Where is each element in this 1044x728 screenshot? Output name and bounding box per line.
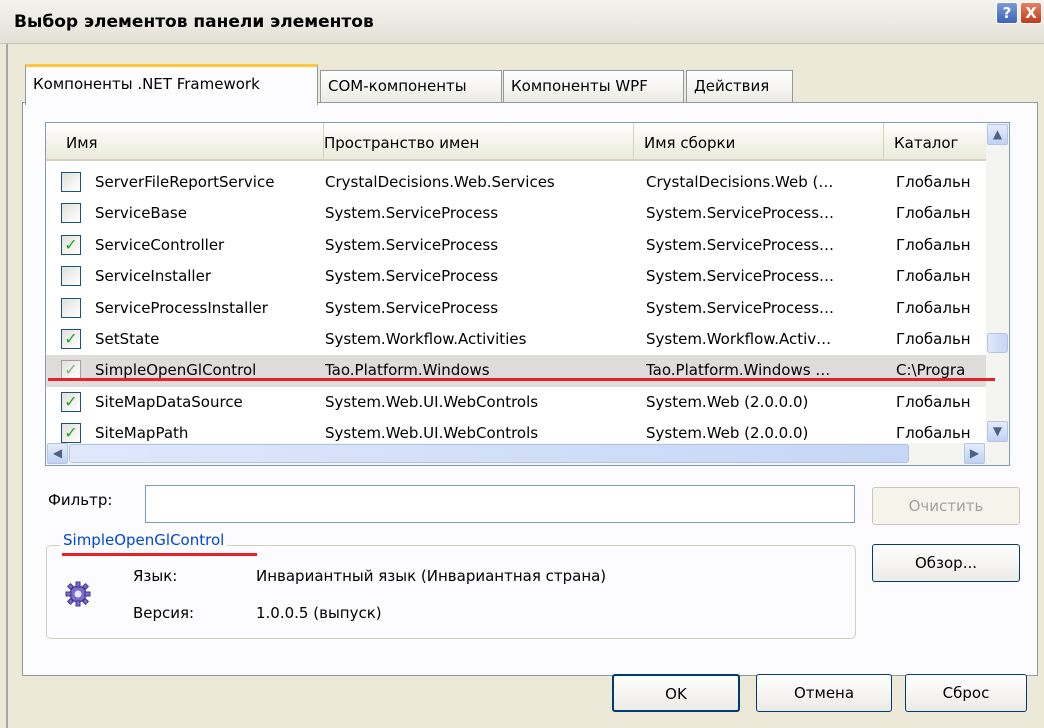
scroll-left-icon[interactable]: ◀ (47, 443, 68, 464)
browse-button[interactable]: Обзор... (872, 544, 1020, 582)
row-checkbox[interactable]: ✓ (61, 391, 81, 412)
scroll-up-icon[interactable]: ▲ (987, 124, 1008, 145)
cell-directory: C:\Progra (896, 361, 966, 380)
row-checkbox[interactable]: ✓ (61, 423, 81, 444)
vertical-scrollbar[interactable]: ▲ ▼ (986, 123, 1009, 443)
row-checkbox[interactable] (61, 266, 81, 287)
cell-directory: Глобальн (896, 392, 971, 411)
cell-directory: Глобальн (896, 267, 971, 286)
title-underline (62, 553, 257, 556)
row-checkbox[interactable]: ✓ (61, 234, 81, 255)
cell-directory: Глобальн (896, 298, 971, 317)
cell-namespace: Tao.Platform.Windows (325, 361, 490, 380)
cell-assembly: CrystalDecisions.Web (… (646, 173, 834, 191)
cell-assembly: System.Web (2.0.0.0) (646, 392, 809, 411)
table-row[interactable]: ✓ ServiceController System.ServiceProces… (46, 230, 986, 261)
scroll-down-icon[interactable]: ▼ (987, 421, 1008, 442)
cell-assembly: System.ServiceProcess… (646, 267, 835, 286)
cell-directory: Глобальн (896, 173, 971, 191)
cell-assembly: System.Workflow.Activ… (646, 329, 832, 348)
cell-assembly: System.ServiceProcess… (646, 204, 835, 223)
tab-com-components[interactable]: COM-компоненты (320, 70, 502, 102)
table-row[interactable]: ✓ SetState System.Workflow.Activities Sy… (46, 324, 986, 355)
version-label: Версия: (133, 604, 195, 622)
cell-directory: Глобальн (896, 235, 971, 254)
ok-button[interactable]: OK (612, 674, 740, 712)
table-row[interactable]: ServiceInstaller System.ServiceProcess S… (46, 261, 986, 292)
filter-input[interactable] (145, 485, 855, 523)
close-button[interactable]: X (1020, 2, 1042, 24)
cell-namespace: System.Workflow.Activities (325, 329, 527, 348)
reset-button[interactable]: Сброс (905, 674, 1027, 712)
cell-namespace: System.Web.UI.WebControls (325, 392, 539, 411)
list-rows: ServerFileReportService CrystalDecisions… (46, 167, 986, 450)
cancel-button[interactable]: Отмена (756, 674, 892, 712)
tab-net-framework[interactable]: Компоненты .NET Framework (25, 64, 318, 105)
vertical-scroll-thumb[interactable] (987, 333, 1008, 353)
table-row[interactable]: ServiceProcessInstaller System.ServicePr… (46, 293, 986, 324)
table-row[interactable]: ServiceBase System.ServiceProcess System… (46, 198, 986, 229)
scroll-right-icon[interactable]: ▶ (964, 443, 985, 464)
cell-namespace: System.ServiceProcess (325, 298, 499, 317)
horizontal-scrollbar[interactable]: ◀ ▶ (46, 443, 1009, 465)
row-checkbox[interactable] (61, 203, 81, 224)
tab-actions[interactable]: Действия (686, 70, 793, 102)
column-header-namespace[interactable]: Пространство имен (314, 123, 634, 159)
version-value: 1.0.0.5 (выпуск) (256, 604, 382, 622)
cell-assembly: System.ServiceProcess… (646, 235, 835, 254)
column-header-directory[interactable]: Каталог (884, 123, 986, 159)
cell-namespace: System.ServiceProcess (325, 267, 499, 286)
window-frame-left (6, 44, 8, 728)
column-header-assembly[interactable]: Имя сборки (634, 123, 884, 159)
row-checkbox[interactable]: ✓ (61, 328, 81, 349)
table-row[interactable]: ✓ SiteMapDataSource System.Web.UI.WebCon… (46, 387, 986, 418)
cell-directory: Глобальн (896, 329, 971, 348)
help-button[interactable]: ? (996, 2, 1018, 24)
gear-icon (65, 581, 91, 607)
horizontal-scroll-thumb[interactable] (69, 444, 909, 463)
column-header-name[interactable]: Имя (56, 123, 324, 159)
components-list[interactable]: Имя Пространство имен Имя сборки Каталог… (45, 122, 1010, 466)
language-label: Язык: (133, 567, 178, 585)
table-row[interactable]: ServerFileReportService CrystalDecisions… (46, 167, 986, 198)
language-value: Инвариантный язык (Инвариантная страна) (256, 567, 607, 585)
cell-namespace: System.ServiceProcess (325, 204, 499, 223)
window-title: Выбор элементов панели элементов (14, 12, 374, 32)
list-header: Имя Пространство имен Имя сборки Каталог (46, 123, 986, 161)
cell-directory: Глобальн (896, 204, 971, 223)
cell-assembly: System.ServiceProcess… (646, 298, 835, 317)
highlight-underline (48, 378, 995, 381)
cell-namespace: System.ServiceProcess (325, 235, 499, 254)
row-checkbox[interactable] (61, 172, 81, 192)
cell-namespace: CrystalDecisions.Web.Services (325, 173, 555, 191)
row-checkbox[interactable] (61, 297, 81, 318)
details-group (46, 545, 856, 639)
clear-button[interactable]: Очистить (872, 487, 1020, 525)
cell-assembly: Tao.Platform.Windows … (646, 361, 831, 380)
title-bar: Выбор элементов панели элементов ? X (0, 0, 1044, 44)
table-row-selected[interactable]: ✓ SimpleOpenGlControl Tao.Platform.Windo… (46, 355, 986, 387)
tab-wpf-components[interactable]: Компоненты WPF (503, 70, 684, 102)
details-title: SimpleOpenGlControl (60, 531, 228, 549)
filter-label: Фильтр: (48, 491, 113, 509)
